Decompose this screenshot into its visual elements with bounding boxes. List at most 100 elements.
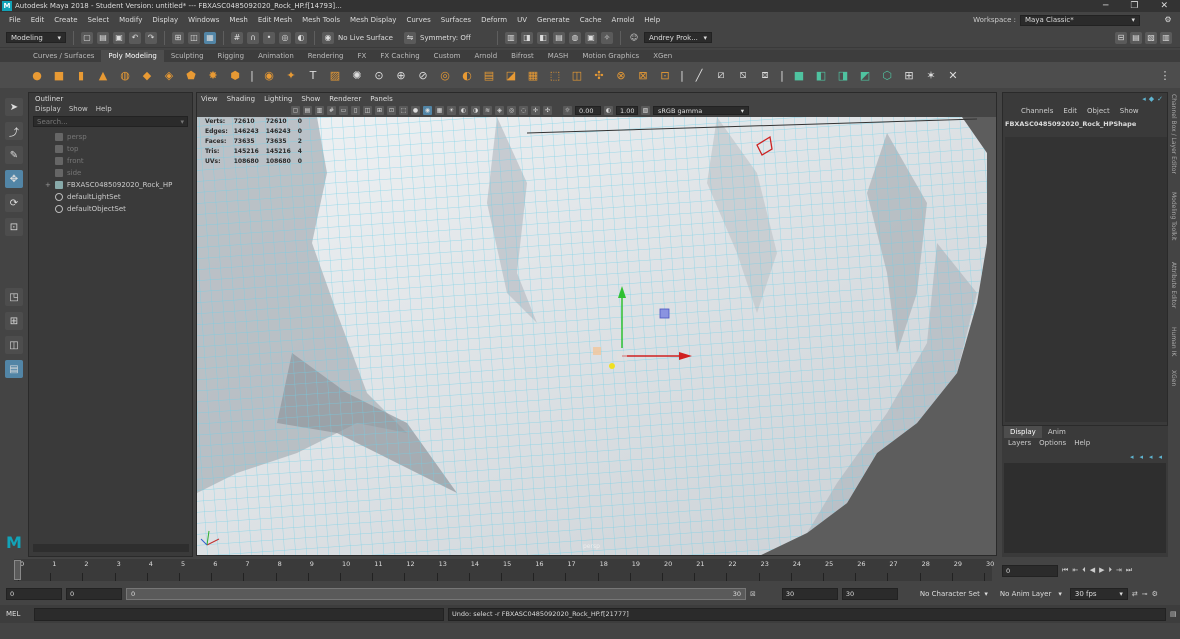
viewport-menu-lighting[interactable]: Lighting [264,95,292,103]
fill-hole-icon[interactable]: ⊗ [612,66,630,84]
menu-surfaces[interactable]: Surfaces [436,16,476,24]
viewport-menu-panels[interactable]: Panels [370,95,393,103]
current-time-marker[interactable] [14,560,21,580]
svg-tool-icon[interactable]: ▨ [326,66,344,84]
shelf-tab-custom[interactable]: Custom [427,50,468,62]
range-slider-handle[interactable]: 0 30 [126,588,746,600]
menu-cache[interactable]: Cache [575,16,607,24]
menu-mesh[interactable]: Mesh [224,16,252,24]
bevel-icon[interactable]: ◨ [834,66,852,84]
tool-settings-icon[interactable]: ▧ [1145,31,1157,44]
move-gizmo-z-handle[interactable] [593,347,601,355]
outliner-search-input[interactable]: Search... ▾ [33,116,188,127]
anim-layer-dropdown[interactable]: No Anim Layer ▾ [995,588,1066,600]
film-gate-icon[interactable]: ▭ [339,106,348,115]
live-surface-label[interactable]: No Live Surface [338,34,400,42]
snap-point-icon[interactable]: • [263,31,275,44]
move-tool-icon[interactable]: ✥ [5,170,23,188]
poly-torus-icon[interactable]: ◍ [116,66,134,84]
render-region-icon[interactable]: ▥ [505,31,517,44]
viewport-menu-view[interactable]: View [201,95,218,103]
character-set-dropdown[interactable]: No Character Set ▾ [915,588,992,600]
tab-attribute-editor[interactable]: Attribute Editor [1170,262,1177,308]
poly-type-icon[interactable]: ✸ [204,66,222,84]
bridge-icon[interactable]: ◧ [812,66,830,84]
loop-icon[interactable]: ⇄ [1132,590,1138,598]
move-layer-up-icon[interactable]: ◂ [1130,453,1134,461]
outliner-item-default-light-set[interactable]: defaultLightSet [29,191,192,203]
shelf-tab-fx-caching[interactable]: FX Caching [373,50,426,62]
rotate-tool-icon[interactable]: ⟳ [5,194,23,212]
step-forward-frame-icon[interactable]: ⏵ [1108,566,1112,575]
multi-cut-icon[interactable]: ╱ [690,66,708,84]
select-tool-icon[interactable]: ➤ [5,98,23,116]
shadows-icon[interactable]: ◐ [459,106,468,115]
outliner-menu-show[interactable]: Show [69,105,88,113]
outliner-item-persp[interactable]: persp [29,131,192,143]
quad-draw-icon[interactable]: ⊙ [370,66,388,84]
poke-icon[interactable]: ⊞ [900,66,918,84]
target-weld-icon[interactable]: ✶ [922,66,940,84]
viewport-menu-renderer[interactable]: Renderer [329,95,361,103]
channels-menu-channels[interactable]: Channels [1021,107,1053,115]
tab-human-ik[interactable]: Human IK [1170,327,1177,356]
retopo-icon[interactable]: ⬚ [546,66,564,84]
outliner-item-side[interactable]: side [29,167,192,179]
play-backwards-icon[interactable]: ◀ [1090,566,1095,574]
poly-disc-icon[interactable]: ◈ [160,66,178,84]
render-current-icon[interactable]: ◨ [521,31,533,44]
new-scene-icon[interactable]: ▢ [81,31,93,44]
range-lock-icon[interactable]: ⊠ [750,590,756,598]
resolution-gate-icon[interactable]: ▯ [351,106,360,115]
x-ray-joints-icon[interactable]: ✢ [531,106,540,115]
insert-loop-icon[interactable]: ⧈ [756,66,774,84]
shelf-tab-animation[interactable]: Animation [251,50,301,62]
view-transform-dropdown[interactable]: sRGB gamma ▾ [653,106,749,115]
render-settings-icon[interactable]: ▤ [553,31,565,44]
single-perspective-view-icon[interactable]: ◳ [5,288,23,306]
remesh-icon[interactable]: ▦ [524,66,542,84]
modeling-toolkit-icon[interactable]: ⊟ [1115,31,1127,44]
gamma-field[interactable]: 1.00 [616,106,638,115]
outliner-item-front[interactable]: front [29,155,192,167]
persp-outliner-icon[interactable]: ◫ [5,336,23,354]
animation-start-field[interactable]: 0 [6,588,62,600]
poly-cube-icon[interactable]: ■ [50,66,68,84]
wedge-icon[interactable]: ⬡ [878,66,896,84]
poly-cone-icon[interactable]: ▲ [94,66,112,84]
super-shape-icon[interactable]: ◉ [260,66,278,84]
reduce-icon[interactable]: ◫ [568,66,586,84]
extract-icon[interactable]: ▤ [480,66,498,84]
step-back-key-icon[interactable]: ⇤ [1072,566,1078,574]
paint-select-icon[interactable]: ✎ [5,146,23,164]
quadrangulate-icon[interactable]: ⊡ [656,66,674,84]
light-editor-icon[interactable]: ✧ [601,31,613,44]
outliner-scrollbar[interactable] [33,544,189,552]
hypershade-icon[interactable]: ◍ [569,31,581,44]
layer-menu-options[interactable]: Options [1039,439,1066,447]
user-account-dropdown[interactable]: Andrey Prok... ▾ [644,32,712,43]
safe-action-icon[interactable]: ⊡ [387,106,396,115]
sculpt-icon[interactable]: ✺ [348,66,366,84]
redo-icon[interactable]: ↷ [145,31,157,44]
shelf-tab-fx[interactable]: FX [351,50,374,62]
animation-end-field[interactable]: 30 [841,588,898,600]
append-polygon-icon[interactable]: ◩ [856,66,874,84]
undo-icon[interactable]: ↶ [129,31,141,44]
outliner-item-rock[interactable]: + FBXASC0485092020_Rock_HP [29,179,192,191]
attribute-editor-icon[interactable]: ◆ [1149,95,1154,103]
shelf-tab-xgen[interactable]: XGen [646,50,679,62]
time-slider[interactable]: 0 1 2 3 4 5 6 7 8 9 10 11 12 13 14 15 16 17 18 19 20 21 22 23 24… [14,559,994,581]
viewport-menu-show[interactable]: Show [301,95,320,103]
step-forward-key-icon[interactable]: ⇥ [1116,566,1122,574]
platonic-solid-icon[interactable]: ⬟ [182,66,200,84]
menu-set-dropdown[interactable]: Modeling ▾ [6,32,66,43]
textured-icon[interactable]: ▦ [435,106,444,115]
poly-plane-icon[interactable]: ◆ [138,66,156,84]
cleanup-icon[interactable]: ✣ [590,66,608,84]
auto-key-icon[interactable]: ⊸ [1142,590,1148,598]
chevron-down-icon[interactable]: ▾ [180,118,184,126]
menu-generate[interactable]: Generate [532,16,575,24]
edge-loop-icon[interactable]: ⧄ [712,66,730,84]
motion-blur-icon[interactable]: ≋ [483,106,492,115]
